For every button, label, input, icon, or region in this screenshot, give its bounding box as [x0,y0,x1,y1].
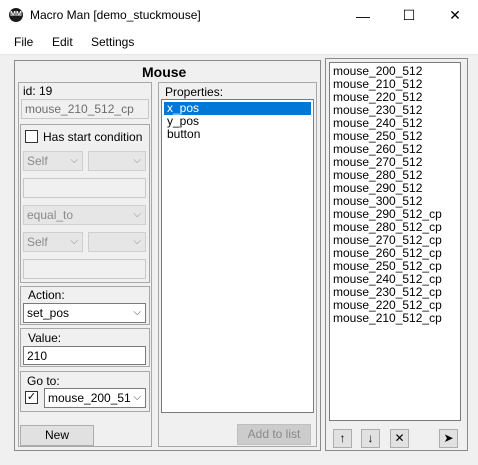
menu-file[interactable]: File [14,35,33,49]
new-button[interactable]: New [20,425,94,446]
action-select[interactable]: set_pos ⌵ [23,303,146,323]
operator-select[interactable]: equal_to ⌵ [23,205,146,225]
chevron-down-icon: ⌵ [131,389,141,407]
left-target-value: Self [27,154,48,168]
chevron-down-icon: ⌵ [133,155,141,166]
left-value-field[interactable] [23,178,146,198]
maximize-button[interactable]: ☐ [386,0,432,31]
delete-button[interactable]: ✕ [390,429,409,448]
goto-label: Go to: [27,374,60,388]
chevron-down-icon: ⌵ [70,236,78,247]
chevron-down-icon: ⌵ [133,236,141,247]
menu-bar: File Edit Settings [0,31,478,55]
action-label: Action: [28,288,65,302]
value-input[interactable]: 210 [23,346,146,365]
start-condition-checkbox[interactable] [25,130,38,143]
left-target-select[interactable]: Self ⌵ [23,151,83,171]
run-button[interactable]: ➤ [439,429,458,448]
sequence-item[interactable]: mouse_210_512_cp [330,312,460,325]
properties-list[interactable]: x_pos y_pos button [161,99,314,413]
value-label: Value: [28,331,62,345]
operator-value: equal_to [27,208,74,222]
id-label: id: 19 [23,84,53,98]
right-target-value: Self [27,235,48,249]
left-property-select[interactable]: ⌵ [88,151,146,171]
right-value-field[interactable] [23,259,146,279]
move-down-button[interactable]: ↓ [361,429,380,448]
goto-select[interactable]: mouse_200_512 ⌵ [44,388,146,408]
goto-value: mouse_200_512 [48,391,138,405]
sequence-list[interactable]: mouse_200_512 mouse_210_512 mouse_220_51… [329,62,461,421]
app-icon: MM [9,8,23,22]
name-field[interactable]: mouse_210_512_cp [21,99,149,119]
title-bar: MM Macro Man [demo_stuckmouse] — ☐ ✕ [0,0,478,31]
right-target-select[interactable]: Self ⌵ [23,232,83,252]
chevron-down-icon: ⌵ [70,155,78,166]
editor-heading: Mouse [142,64,187,80]
move-up-button[interactable]: ↑ [333,429,352,448]
chevron-down-icon: ⌵ [133,209,141,220]
chevron-down-icon: ⌵ [133,307,141,318]
menu-settings[interactable]: Settings [91,35,134,49]
start-condition-label: Has start condition [43,130,143,144]
window-title: Macro Man [demo_stuckmouse] [30,8,201,22]
add-to-list-button[interactable]: Add to list [237,424,311,445]
property-item-button[interactable]: button [164,128,311,141]
menu-edit[interactable]: Edit [52,35,73,49]
goto-checkbox[interactable]: ✓ [25,391,38,404]
minimize-button[interactable]: — [340,0,386,31]
properties-label: Properties: [165,85,224,99]
action-value: set_pos [27,306,70,320]
right-property-select[interactable]: ⌵ [88,232,146,252]
close-button[interactable]: ✕ [432,0,478,31]
